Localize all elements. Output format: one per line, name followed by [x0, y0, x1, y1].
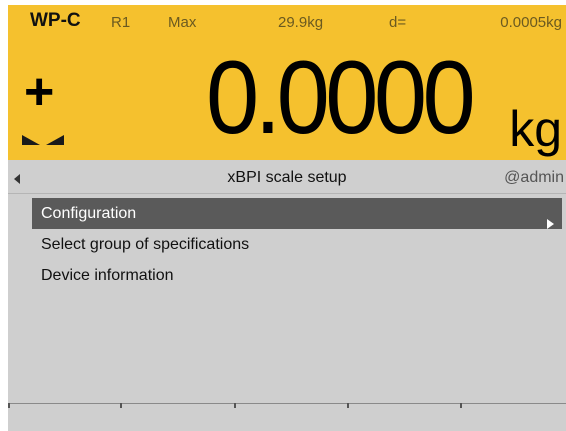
softkey-divider: [347, 403, 349, 408]
max-value: 29.9kg: [278, 14, 324, 31]
setup-menu: Configuration Select group of specificat…: [32, 198, 562, 291]
menu-item-configuration[interactable]: Configuration: [32, 198, 562, 229]
range-label: R1: [111, 14, 131, 31]
weight-unit: kg: [509, 101, 562, 157]
model-label: WP-C: [30, 10, 81, 31]
readability-label: d=: [389, 14, 407, 31]
softkey-divider: [120, 403, 122, 408]
menu-item-label: Select group of specifications: [41, 236, 250, 253]
menu-item-select-group-of-specifications[interactable]: Select group of specifications: [32, 229, 562, 260]
weight-readout: 0.0000: [205, 40, 476, 156]
scale-display: WP-C R1 Max 29.9kg d= 0.0005kg + 0.0000 …: [8, 5, 566, 431]
softkey-divider: [234, 403, 236, 408]
screen-title: xBPI scale setup: [227, 169, 347, 186]
sign-indicator: +: [24, 63, 55, 121]
zero-indicator-icon: [22, 131, 72, 150]
softkey-divider: [460, 403, 462, 408]
softkey-divider: [8, 403, 10, 408]
menu-item-device-information[interactable]: Device information: [32, 260, 562, 291]
weighing-header: WP-C R1 Max 29.9kg d= 0.0005kg + 0.0000 …: [8, 5, 566, 160]
menu-item-label: Device information: [41, 267, 174, 284]
softkey-bar: [8, 403, 566, 408]
readability-value: 0.0005kg: [500, 14, 562, 31]
max-label: Max: [168, 14, 197, 31]
user-label: @admin: [504, 169, 564, 186]
title-bar: xBPI scale setup @admin: [8, 163, 566, 194]
menu-item-label: Configuration: [41, 205, 137, 222]
